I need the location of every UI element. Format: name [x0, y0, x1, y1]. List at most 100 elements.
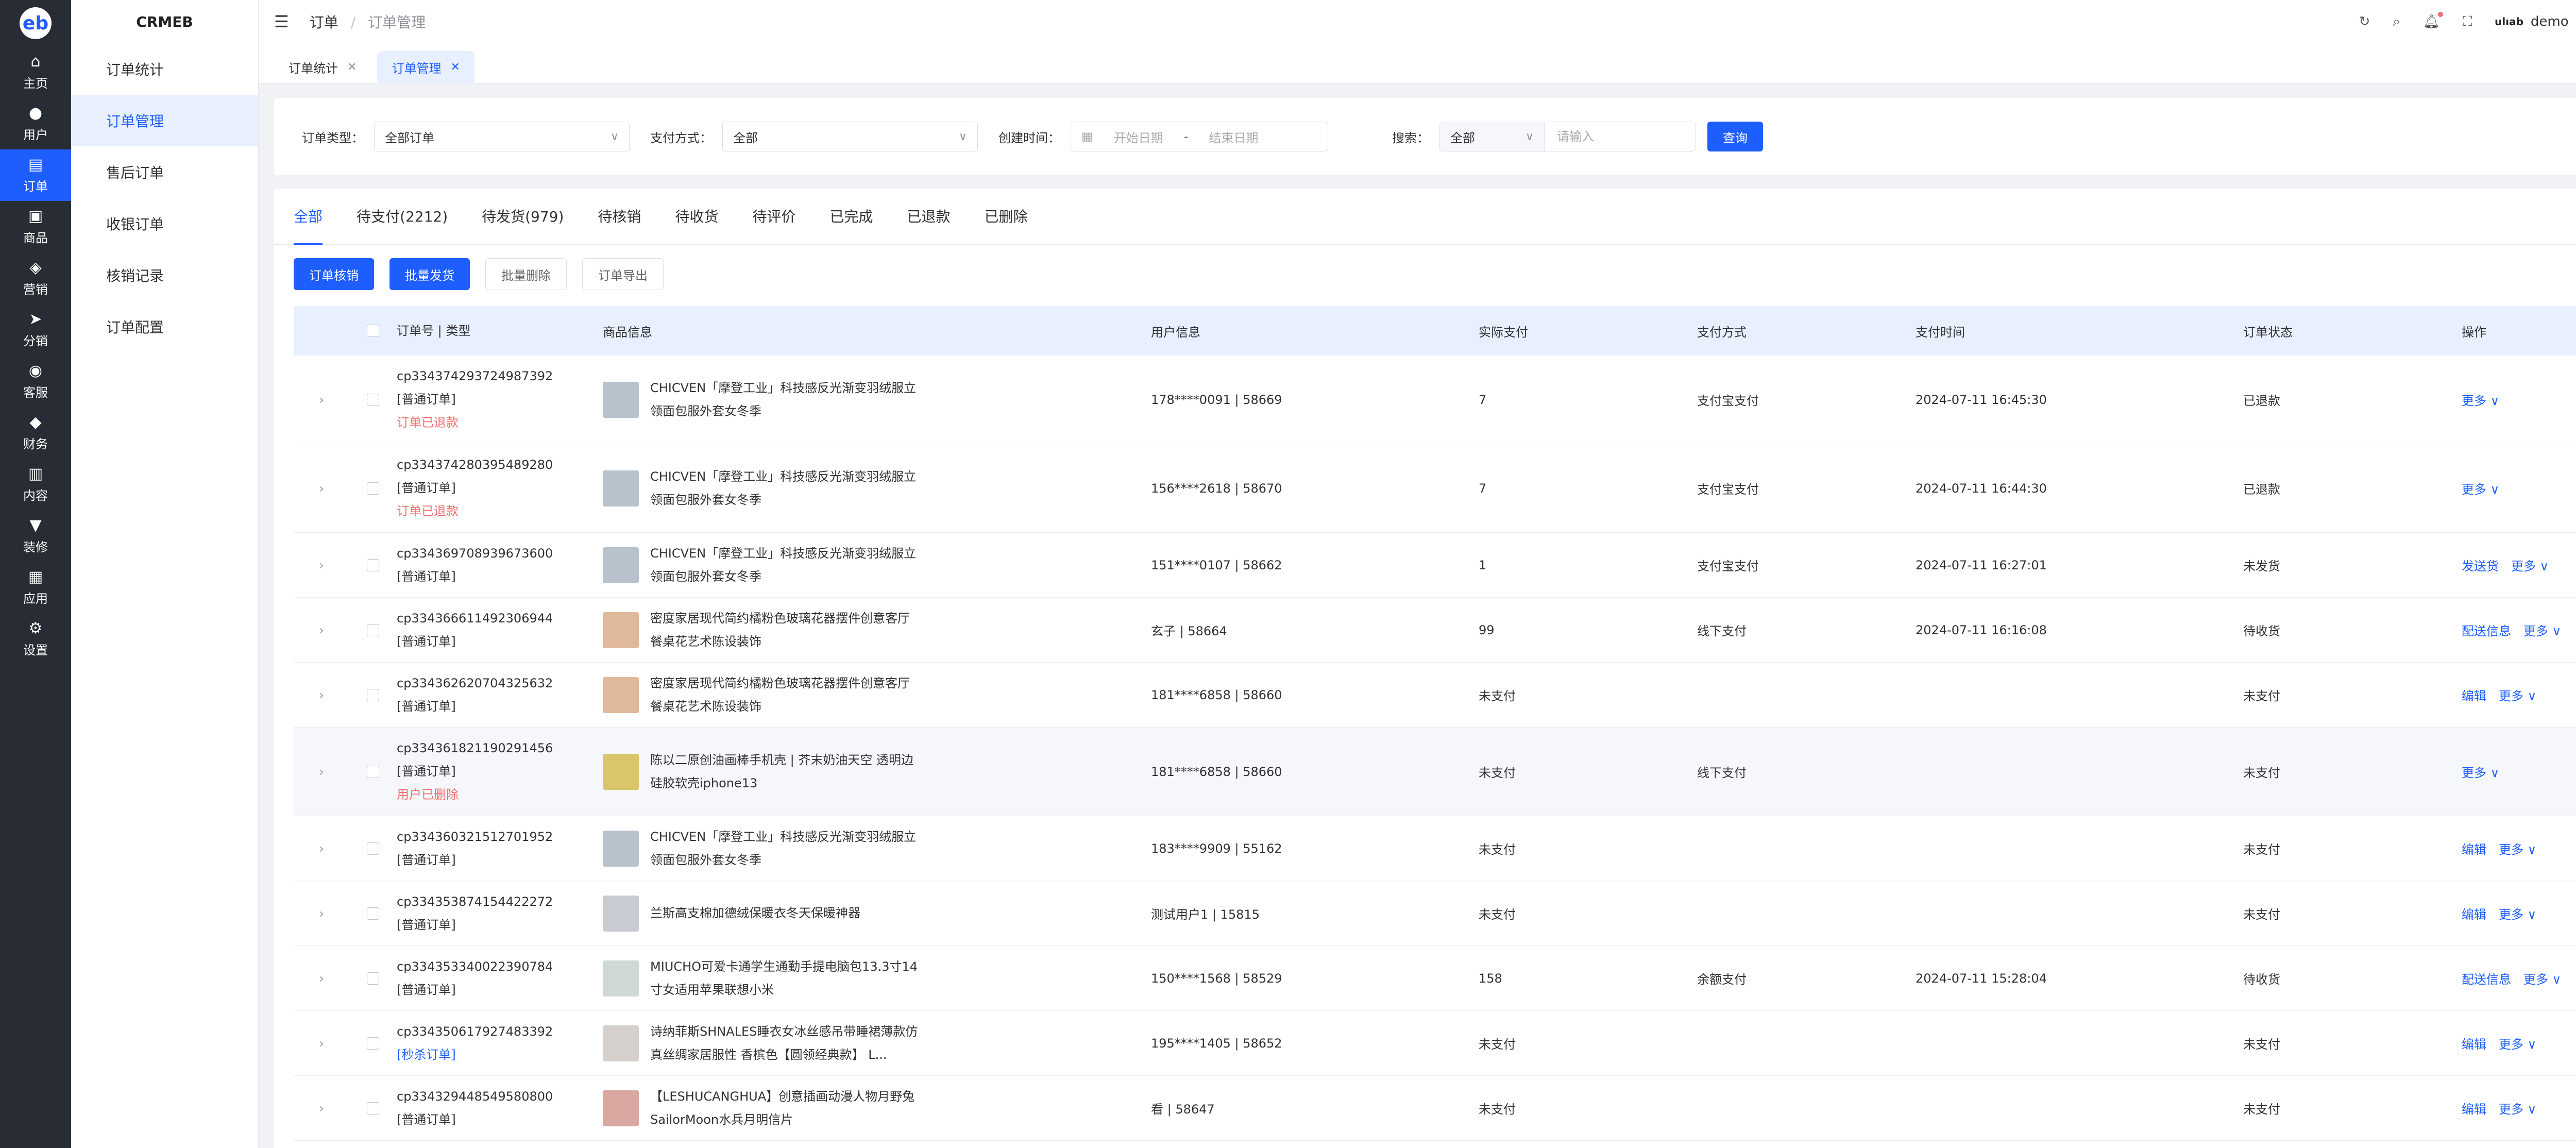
close-icon[interactable]: ✕ — [450, 61, 460, 74]
rail-item-home[interactable]: ⌂ 主页 — [0, 46, 71, 98]
select-all-checkbox[interactable] — [367, 325, 379, 337]
row-action-link[interactable]: 编辑 — [2462, 1034, 2486, 1052]
search-scope-select[interactable]: 全部 ∨ — [1439, 122, 1545, 151]
row-action-link[interactable]: 发送货 — [2462, 556, 2499, 574]
rail-item-decorate[interactable]: ▼ 装修 — [0, 510, 71, 562]
row-action-link[interactable]: 更多 ∨ — [2499, 1099, 2536, 1117]
status-tab[interactable]: 已退款 — [907, 188, 950, 244]
order-type-select[interactable]: 全部订单 ∨ — [374, 122, 630, 151]
table-row[interactable]: › cp334374280395489280 [普通订单] 订单已退款 CHICVEN「… — [294, 444, 2576, 533]
row-checkbox[interactable] — [367, 1102, 379, 1115]
row-checkbox[interactable] — [367, 688, 379, 701]
chevron-right-icon[interactable]: › — [319, 623, 324, 637]
chevron-right-icon[interactable]: › — [319, 481, 324, 496]
rail-item-apps[interactable]: ▦ 应用 — [0, 562, 71, 613]
row-checkbox[interactable] — [367, 1037, 379, 1050]
row-action-link[interactable]: 编辑 — [2462, 686, 2486, 704]
row-action-link[interactable]: 更多 ∨ — [2523, 621, 2561, 639]
subnav-item[interactable]: 售后订单 — [71, 146, 258, 198]
table-row[interactable]: › cp334362620704325632 [普通订单] 密度家居现代简约橘粉色玻璃… — [294, 663, 2576, 728]
menu-toggle-icon[interactable]: ☰ — [274, 12, 289, 31]
close-icon[interactable]: ✕ — [347, 61, 357, 74]
row-action-link[interactable]: 编辑 — [2462, 904, 2486, 922]
rail-item-user[interactable]: ● 用户 — [0, 98, 71, 149]
status-tab[interactable]: 全部 — [294, 188, 323, 245]
status-tab[interactable]: 待核销 — [598, 188, 641, 244]
table-row[interactable]: › cp334353874154422272 [普通订单] 兰斯高支棉加德绒保暖衣冬天… — [294, 881, 2576, 946]
table-row[interactable]: › cp334374293724987392 [普通订单] 订单已退款 CHICVEN「… — [294, 356, 2576, 444]
row-checkbox[interactable] — [367, 393, 379, 406]
row-action-link[interactable]: 配送信息 — [2462, 969, 2511, 987]
tag-order-stats[interactable]: 订单统计 ✕ — [274, 51, 371, 83]
row-checkbox[interactable] — [367, 765, 379, 778]
subnav-item[interactable]: 订单统计 — [71, 43, 258, 95]
row-checkbox[interactable] — [367, 842, 379, 855]
export-button[interactable]: 订单导出 — [582, 258, 664, 290]
status-tab[interactable]: 已完成 — [829, 188, 873, 244]
pay-method-select[interactable]: 全部 ∨ — [722, 122, 978, 151]
status-tab[interactable]: 待发货(979) — [482, 188, 564, 244]
refresh-icon[interactable]: ↻ — [2359, 14, 2370, 29]
row-action-link[interactable]: 更多 ∨ — [2499, 904, 2536, 922]
start-date[interactable]: 开始日期 — [1114, 128, 1163, 146]
search-icon[interactable]: ⌕ — [2393, 14, 2400, 30]
subnav-item[interactable]: 核销记录 — [71, 249, 258, 301]
end-date[interactable]: 结束日期 — [1209, 128, 1258, 146]
date-range-picker[interactable]: ▦ 开始日期 - 结束日期 — [1071, 122, 1328, 151]
query-button[interactable]: 查询 — [1707, 122, 1763, 151]
rail-item-marketing[interactable]: ◈ 营销 — [0, 252, 71, 304]
row-checkbox[interactable] — [367, 623, 379, 636]
rail-item-goods[interactable]: ▣ 商品 — [0, 201, 71, 252]
rail-item-distribution[interactable]: ➤ 分销 — [0, 304, 71, 356]
app-logo[interactable]: eb — [0, 0, 71, 46]
row-action-link[interactable]: 更多 ∨ — [2462, 763, 2499, 781]
status-tab[interactable]: 已删除 — [985, 188, 1028, 244]
chevron-right-icon[interactable]: › — [319, 906, 324, 921]
rail-item-content[interactable]: ▥ 内容 — [0, 459, 71, 510]
chevron-right-icon[interactable]: › — [319, 393, 324, 407]
search-input[interactable] — [1545, 122, 1696, 151]
row-checkbox[interactable] — [367, 972, 379, 985]
row-action-link[interactable]: 更多 ∨ — [2523, 969, 2561, 987]
row-checkbox[interactable] — [367, 907, 379, 920]
row-action-link[interactable]: 编辑 — [2462, 839, 2486, 857]
subnav-item[interactable]: 订单配置 — [71, 301, 258, 352]
row-checkbox[interactable] — [367, 482, 379, 495]
chevron-right-icon[interactable]: › — [319, 1101, 324, 1116]
batch-delete-button[interactable]: 批量删除 — [485, 258, 567, 290]
status-tab[interactable]: 待评价 — [752, 188, 795, 244]
row-action-link[interactable]: 更多 ∨ — [2499, 686, 2536, 704]
row-checkbox[interactable] — [367, 559, 379, 571]
chevron-right-icon[interactable]: › — [319, 1036, 324, 1051]
bell-icon[interactable]: 🔔︎ — [2423, 12, 2443, 29]
subnav-item[interactable]: 订单管理 — [71, 95, 258, 146]
row-action-link[interactable]: 编辑 — [2462, 1099, 2486, 1117]
chevron-right-icon[interactable]: › — [319, 765, 324, 779]
table-row[interactable]: › cp334366611492306944 [普通订单] 密度家居现代简约橘粉色玻璃… — [294, 598, 2576, 663]
breadcrumb-root[interactable]: 订单 — [310, 14, 338, 31]
table-row[interactable]: › cp334329448549580800 [普通订单] 【LESHUCANGHUA… — [294, 1076, 2576, 1141]
row-action-link[interactable]: 更多 ∨ — [2462, 391, 2499, 409]
chevron-right-icon[interactable]: › — [319, 841, 324, 856]
status-tab[interactable]: 待支付(2212) — [357, 188, 448, 244]
chevron-right-icon[interactable]: › — [319, 558, 324, 572]
status-tab[interactable]: 待收货 — [675, 188, 718, 244]
rail-item-settings[interactable]: ⚙ 设置 — [0, 613, 71, 665]
rail-item-finance[interactable]: ◆ 财务 — [0, 407, 71, 459]
table-row[interactable]: › cp334353340022390784 [普通订单] MIUCHO可爱卡通学生通… — [294, 946, 2576, 1011]
subnav-item[interactable]: 收银订单 — [71, 198, 258, 249]
fullscreen-icon[interactable]: ⛶ — [2463, 14, 2472, 30]
chevron-right-icon[interactable]: › — [319, 971, 324, 986]
row-action-link[interactable]: 更多 ∨ — [2499, 839, 2536, 857]
table-row[interactable]: › cp334350617927483392 [秒杀订单] 诗纳菲斯SHNALES睡衣… — [294, 1011, 2576, 1076]
row-action-link[interactable]: 更多 ∨ — [2499, 1034, 2536, 1052]
table-row[interactable]: › cp334360321512701952 [普通订单] CHICVEN「摩登工业」… — [294, 816, 2576, 881]
row-action-link[interactable]: 更多 ∨ — [2511, 556, 2549, 574]
chevron-right-icon[interactable]: › — [319, 688, 324, 702]
table-row[interactable]: › cp334361821190291456 [普通订单] 用户已删除 陈以二原创油画棒… — [294, 728, 2576, 816]
batch-ship-button[interactable]: 批量发货 — [389, 258, 470, 290]
rail-item-service[interactable]: ◉ 客服 — [0, 356, 71, 407]
row-action-link[interactable]: 配送信息 — [2462, 621, 2511, 639]
tag-order-manage[interactable]: 订单管理 ✕ — [377, 51, 474, 83]
verify-button[interactable]: 订单核销 — [294, 258, 374, 290]
